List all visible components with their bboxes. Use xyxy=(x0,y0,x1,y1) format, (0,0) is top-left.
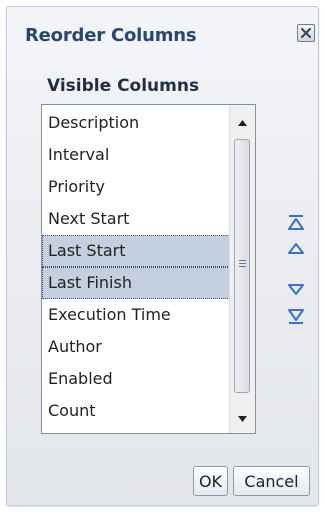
move-down-icon xyxy=(288,284,304,295)
column-list-item[interactable]: Enabled xyxy=(42,363,230,395)
scroll-up-arrow-icon xyxy=(238,120,247,126)
dialog-title: Reorder Columns xyxy=(25,25,197,46)
close-icon xyxy=(300,27,312,39)
move-to-bottom-icon xyxy=(288,309,304,324)
scrollbar-thumb[interactable] xyxy=(234,139,250,393)
thumb-grip-icon xyxy=(239,260,246,269)
column-list-item[interactable]: Author xyxy=(42,331,230,363)
move-to-top-icon xyxy=(288,215,304,230)
column-list-item[interactable]: Next Start xyxy=(42,203,230,235)
move-down-button[interactable] xyxy=(286,280,306,298)
cancel-button[interactable]: Cancel xyxy=(233,466,310,496)
column-list-item[interactable]: Last Start xyxy=(42,235,230,267)
column-list-item[interactable]: Interval xyxy=(42,139,230,171)
column-list-item[interactable]: Last Finish xyxy=(42,267,230,299)
column-list-item[interactable]: Priority xyxy=(42,171,230,203)
visible-columns-label: Visible Columns xyxy=(47,76,200,96)
column-list-item[interactable]: Execution Time xyxy=(42,299,230,331)
ok-button[interactable]: OK xyxy=(193,466,228,496)
scroll-up-button[interactable] xyxy=(230,111,255,135)
move-up-button[interactable] xyxy=(286,240,306,258)
column-list-item[interactable]: Email xyxy=(42,427,230,433)
column-list-item[interactable]: Count xyxy=(42,395,230,427)
move-to-bottom-button[interactable] xyxy=(286,307,306,325)
move-to-top-button[interactable] xyxy=(286,214,306,232)
column-list-item[interactable]: Description xyxy=(42,107,230,139)
close-button[interactable] xyxy=(297,24,315,42)
move-up-icon xyxy=(288,243,304,254)
column-list: Description Interval Priority Next Start Las… xyxy=(42,107,230,433)
scroll-down-arrow-icon xyxy=(238,416,247,422)
vertical-scrollbar[interactable] xyxy=(229,105,255,433)
scroll-down-button[interactable] xyxy=(230,407,255,431)
visible-columns-listbox[interactable]: Description Interval Priority Next Start Las… xyxy=(41,104,256,434)
